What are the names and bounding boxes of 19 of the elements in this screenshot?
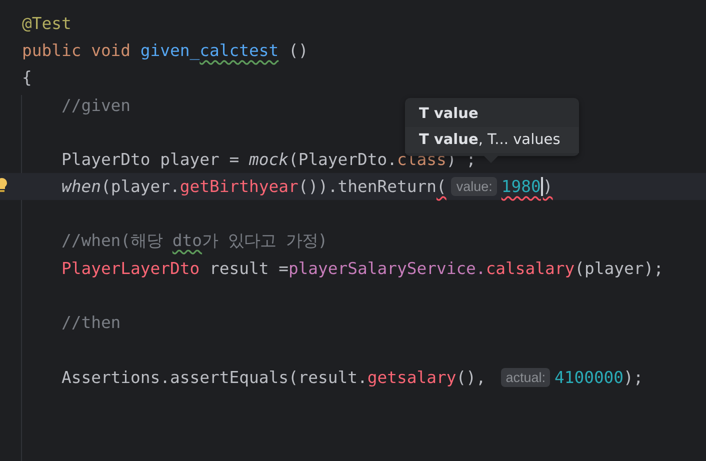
code-text: //when(해당 dto가 있다고 가정): [60, 230, 328, 252]
code-text: when(player.getBirthyear()).thenReturn(: [60, 177, 446, 196]
lightbulb-icon[interactable]: [0, 178, 7, 194]
code-text: //then: [60, 313, 121, 332]
popup-pointer-icon: [484, 156, 498, 163]
code-text: @Test: [22, 14, 72, 34]
inlay-hint: actual:: [500, 368, 550, 387]
code-text: 4100000);: [554, 368, 644, 387]
code-text: PlayerLayerDto result =playerSalaryService.calsalary(player);: [60, 258, 664, 278]
inlay-hint: value:: [451, 177, 498, 196]
parameter-signature: T value: [418, 105, 480, 124]
code-text: public void given_calctest (): [22, 41, 308, 60]
code-text: //given: [60, 96, 131, 115]
code-text: Assertions.assertEquals(result.getsalary(),: [60, 368, 487, 387]
text-cursor: [540, 177, 543, 196]
code-text: 1980: [501, 177, 541, 196]
parameter-signature: T value, T... values: [405, 127, 579, 153]
code-text: {: [22, 68, 32, 88]
code-text: ): [542, 177, 553, 196]
